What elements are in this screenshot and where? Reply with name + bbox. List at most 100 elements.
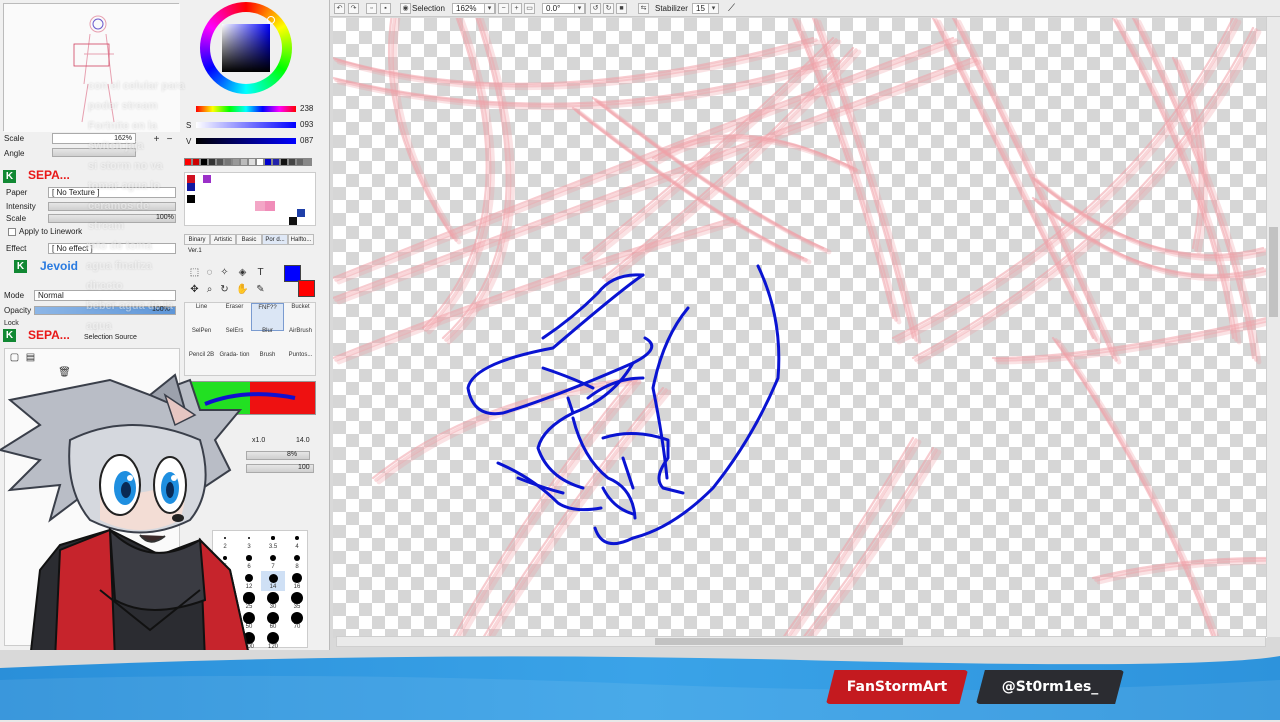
selection-source-label[interactable]: Selection Source (84, 334, 137, 341)
brush-size-cell[interactable]: 8 (285, 551, 309, 571)
swatch-dark[interactable] (289, 217, 297, 225)
selection-visible-icon[interactable]: ◉ (400, 3, 411, 14)
brush-size-cell[interactable]: 7 (261, 551, 285, 571)
brush-tab[interactable]: Por d... (262, 234, 288, 245)
value-slider[interactable] (196, 138, 296, 144)
brush-size-cell[interactable]: 14 (261, 571, 285, 591)
stabilizer-dropdown-icon[interactable]: ▾ (708, 3, 719, 14)
palette-swatch[interactable] (240, 158, 248, 166)
paper-label: Paper (6, 188, 28, 197)
size-value[interactable]: 14.0 (296, 437, 310, 444)
swatch-pink-2[interactable] (265, 201, 275, 211)
zoom-dropdown-icon[interactable]: ▾ (484, 3, 495, 14)
saturation-slider[interactable] (196, 122, 296, 128)
rotate-left-button[interactable]: ↺ (590, 3, 601, 14)
palette-swatch[interactable] (232, 158, 240, 166)
min-size-slider[interactable] (246, 451, 310, 460)
brush-tab[interactable]: Basic (236, 234, 262, 245)
secondary-color-box[interactable] (298, 280, 315, 297)
brush-size-cell[interactable]: 30 (261, 591, 285, 611)
swatch-red-small[interactable] (187, 175, 195, 183)
saturation-value-square[interactable] (222, 24, 270, 72)
swatch-navy[interactable] (187, 183, 195, 191)
palette-swatch[interactable] (256, 158, 264, 166)
swatch-grid[interactable] (184, 172, 316, 226)
color-cursor[interactable] (267, 16, 275, 24)
text-tool-icon[interactable]: T (254, 266, 267, 279)
horizontal-scroll-thumb[interactable] (655, 638, 903, 645)
rotate-icon[interactable]: ↻ (218, 283, 231, 296)
palette-swatch[interactable] (272, 158, 280, 166)
palette-swatch[interactable] (280, 158, 288, 166)
zoom-out-button[interactable]: − (498, 3, 509, 14)
move-icon[interactable]: ✥ (188, 283, 201, 296)
eyedropper-icon[interactable]: ✎ (254, 283, 267, 296)
palette-swatch[interactable] (216, 158, 224, 166)
brush-size-cell[interactable]: 70 (285, 611, 309, 631)
instagram-handle-badge: @St0rm1es_ (976, 670, 1124, 704)
zoom-in-button[interactable]: + (511, 3, 522, 14)
lasso-icon[interactable]: ◌ (203, 266, 216, 279)
zoom-in-icon[interactable]: + (150, 133, 163, 146)
brush-size-dot (292, 573, 302, 583)
canvas-area[interactable] (330, 17, 1280, 650)
new-folder-icon[interactable]: ▤ (24, 351, 37, 364)
new-layer-icon[interactable]: ▢ (8, 351, 21, 364)
brush-tab[interactable]: Binary (184, 234, 210, 245)
palette-swatch[interactable] (184, 158, 192, 166)
apply-linework-checkbox[interactable] (8, 228, 16, 236)
brush-size-cell[interactable]: 35 (285, 591, 309, 611)
palette-swatch[interactable] (264, 158, 272, 166)
vertical-scrollbar[interactable] (1266, 17, 1280, 637)
deselect-icon[interactable]: ▫ (366, 3, 377, 14)
palette-swatch[interactable] (208, 158, 216, 166)
horizontal-scrollbar[interactable] (336, 636, 1266, 647)
brush-size-cell[interactable]: 120 (261, 631, 285, 650)
invert-selection-icon[interactable]: ▪ (380, 3, 391, 14)
hand-icon[interactable]: ✋ (236, 283, 249, 296)
brush-size-cell[interactable]: 60 (261, 611, 285, 631)
rotate-right-button[interactable]: ↻ (603, 3, 614, 14)
brush-grid: Line Eraser FNF?? Bucket SelPen SelErs Blur Air… (184, 302, 316, 376)
zoom-out-icon[interactable]: − (163, 133, 176, 146)
pen-pressure-icon[interactable]: ⟋ (728, 3, 735, 14)
redo-icon[interactable]: ↷ (348, 3, 359, 14)
palette-swatch[interactable] (248, 158, 256, 166)
palette-swatch[interactable] (296, 158, 304, 166)
palette-swatch[interactable] (200, 158, 208, 166)
palette-swatch[interactable] (192, 158, 200, 166)
brush-size-cell[interactable]: 3.5 (261, 531, 285, 551)
flip-horizontal-button[interactable]: ⇆ (638, 3, 649, 14)
swatch-pink[interactable] (255, 201, 265, 211)
bucket-icon[interactable]: ◈ (236, 266, 249, 279)
brush-size-cell[interactable]: 4 (285, 531, 309, 551)
vertical-scroll-thumb[interactable] (1269, 227, 1278, 317)
rotate-reset-button[interactable]: ■ (616, 3, 627, 14)
swatch-purple[interactable] (203, 175, 211, 183)
palette-swatch[interactable] (288, 158, 296, 166)
drawing-canvas[interactable] (331, 17, 1276, 645)
undo-icon[interactable]: ↶ (334, 3, 345, 14)
hue-slider[interactable] (196, 106, 296, 112)
rotation-dropdown-icon[interactable]: ▾ (574, 3, 585, 14)
sketch-stroke (392, 17, 462, 245)
saturation-label: S (186, 121, 192, 130)
swatch-blue[interactable] (297, 209, 305, 217)
brush-tab[interactable]: Artistic (210, 234, 236, 245)
palette-swatch[interactable] (224, 158, 232, 166)
avatar-face (68, 424, 207, 543)
brush-slot[interactable]: Brush (251, 351, 284, 379)
color-wheel[interactable] (198, 2, 306, 97)
palette-swatch[interactable] (304, 158, 312, 166)
brush-size-label: 14 (269, 584, 277, 590)
select-rect-icon[interactable]: ⬚ (188, 266, 201, 279)
zoom-icon[interactable]: ⌕ (203, 283, 216, 296)
brush-slot[interactable]: Puntos... (284, 351, 317, 379)
brush-tab[interactable]: Halfto... (288, 234, 314, 245)
zoom-reset-button[interactable]: ▭ (524, 3, 535, 14)
size-multiplier[interactable]: x1.0 (252, 437, 265, 444)
magic-wand-icon[interactable]: ✧ (218, 266, 231, 279)
brush-size-cell[interactable]: 16 (285, 571, 309, 591)
swatch-black[interactable] (187, 195, 195, 203)
hue-value: 238 (300, 104, 314, 113)
